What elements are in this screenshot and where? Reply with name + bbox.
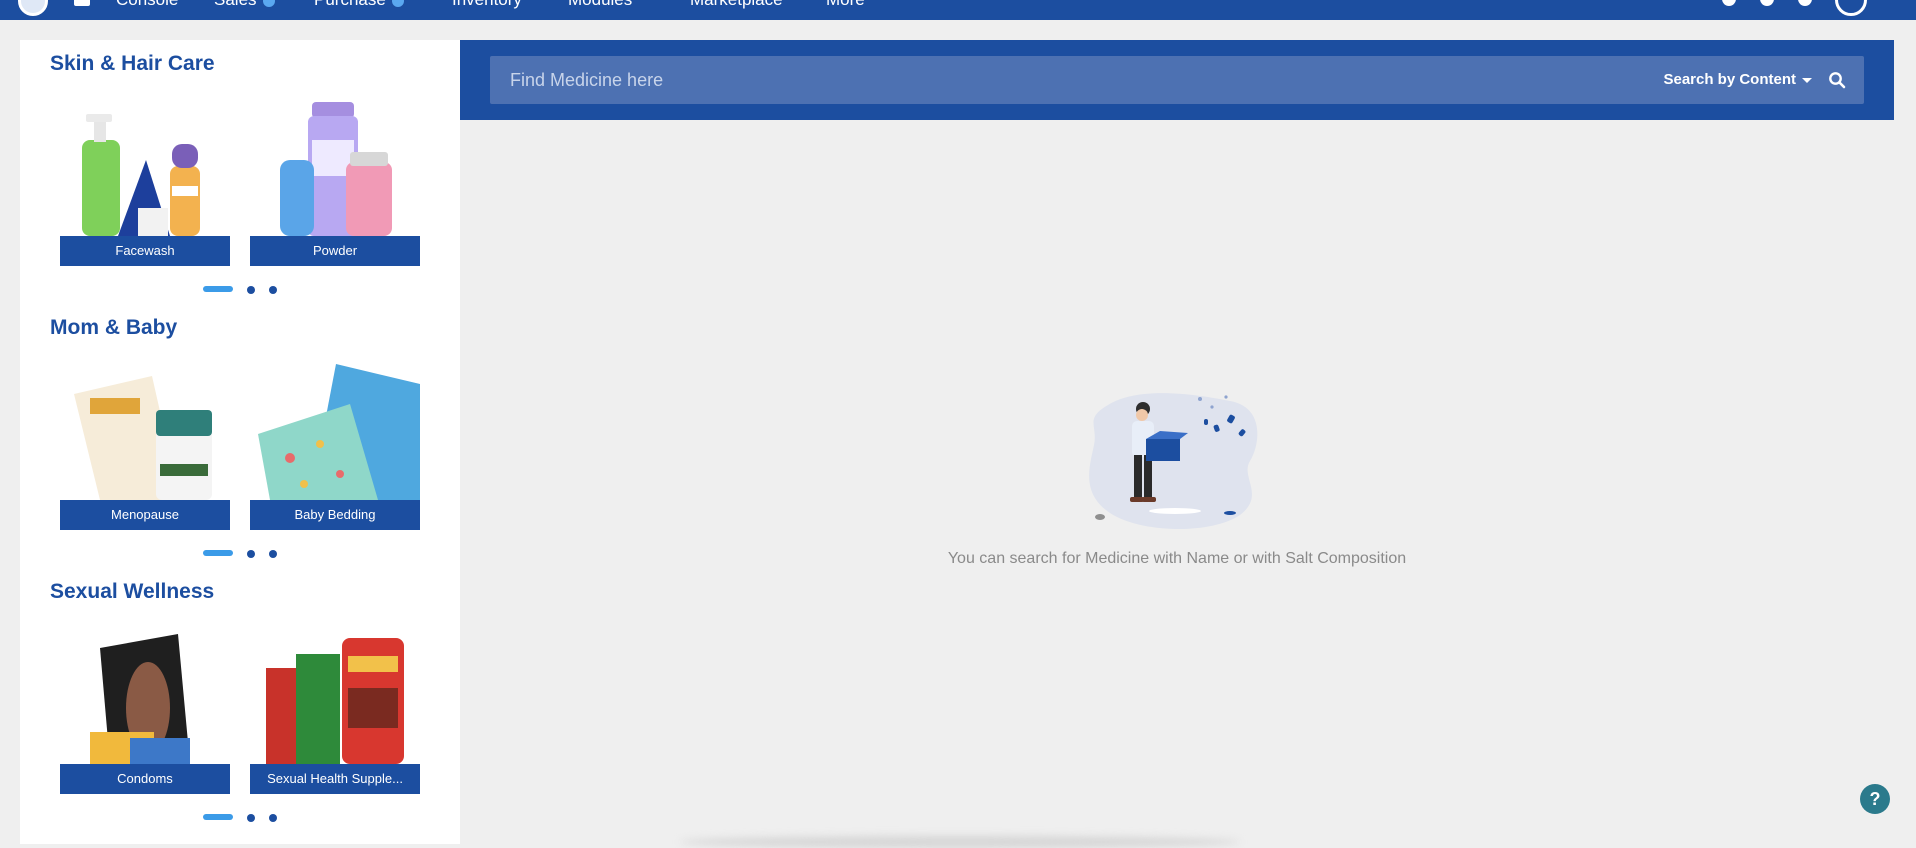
category-panel: Skin & Hair Care Facewash Powder Mom & B… [20,40,460,844]
menopause-product-image [60,364,230,500]
category-title: Sexual Wellness [50,580,215,603]
category-card-condoms[interactable]: Condoms [60,628,230,794]
nav-sales-label: Sales [214,0,257,9]
page-gutter [1894,40,1916,844]
search-band: Search by Content [460,40,1894,120]
nav-more[interactable]: More [826,0,865,10]
search-box: Search by Content [490,56,1864,104]
empty-state-message: You can search for Medicine with Name or… [947,550,1407,567]
nav-inventory-label: Inventory [452,0,522,9]
condoms-product-image [60,628,230,764]
category-card-label: Powder [250,236,420,266]
search-mode-dropdown[interactable]: Search by Content [1663,56,1812,104]
sexual-health-supplements-product-image [250,628,420,764]
carousel-dot[interactable] [247,550,255,558]
carousel-dot-active[interactable] [203,550,233,556]
top-navbar: Console Sales Purchase Inventory Modules… [0,0,1916,20]
search-icon[interactable] [1722,0,1736,6]
help-button[interactable]: ? [1860,784,1890,814]
carousel-pagination [203,286,303,294]
carousel-dot[interactable] [247,814,255,822]
category-card-label: Facewash [60,236,230,266]
category-mom-baby: Mom & Baby Menopause Baby Bedding [20,304,460,568]
carousel-dot[interactable] [269,286,277,294]
bottom-shadow [680,836,1240,848]
nav-marketplace-label: Marketplace [690,0,783,9]
carousel-dot-active[interactable] [203,286,233,292]
category-card-label: Condoms [60,764,230,794]
carousel-dot[interactable] [247,286,255,294]
category-card-label: Sexual Health Supple... [250,764,420,794]
category-card-baby-bedding[interactable]: Baby Bedding [250,364,420,530]
powder-product-image [250,100,420,236]
category-card-sexual-health-supplements[interactable]: Sexual Health Supple... [250,628,420,794]
carousel-dot[interactable] [269,814,277,822]
user-avatar[interactable] [1835,0,1867,16]
category-sexual-wellness: Sexual Wellness Condoms Sexual Health Su… [20,568,460,832]
facewash-product-image [60,100,230,236]
category-card-powder[interactable]: Powder [250,100,420,266]
category-skin-hair-care: Skin & Hair Care Facewash Powder [20,40,460,304]
carousel-pagination [203,814,303,822]
app-logo[interactable] [18,0,48,16]
carousel-dot[interactable] [269,550,277,558]
category-card-label: Menopause [60,500,230,530]
nav-sales-badge [262,0,275,7]
nav-inventory[interactable]: Inventory [452,0,522,10]
category-title: Mom & Baby [50,316,178,339]
cart-icon[interactable] [1798,0,1812,6]
category-title: Skin & Hair Care [50,52,215,75]
carousel-dot-active[interactable] [203,814,233,820]
nav-sales[interactable]: Sales [214,0,275,10]
category-card-menopause[interactable]: Menopause [60,364,230,530]
nav-purchase-label: Purchase [314,0,386,9]
nav-marketplace[interactable]: Marketplace [690,0,783,10]
home-icon[interactable] [74,0,90,6]
nav-modules-label: Modules [568,0,632,9]
nav-purchase[interactable]: Purchase [314,0,404,10]
bell-icon[interactable] [1760,0,1774,6]
nav-console-label: Console [116,0,178,9]
nav-more-label: More [826,0,865,9]
search-mode-label: Search by Content [1663,71,1796,88]
carousel-pagination [203,550,303,558]
caret-down-icon [1802,77,1812,83]
baby-bedding-product-image [250,364,420,500]
medicine-search-input[interactable] [490,56,1590,104]
nav-purchase-badge [391,0,404,7]
nav-console[interactable]: Console [116,0,178,10]
nav-modules[interactable]: Modules [568,0,632,10]
category-card-label: Baby Bedding [250,500,420,530]
search-icon[interactable] [1828,71,1846,89]
empty-state-illustration [1089,393,1258,530]
category-card-facewash[interactable]: Facewash [60,100,230,266]
